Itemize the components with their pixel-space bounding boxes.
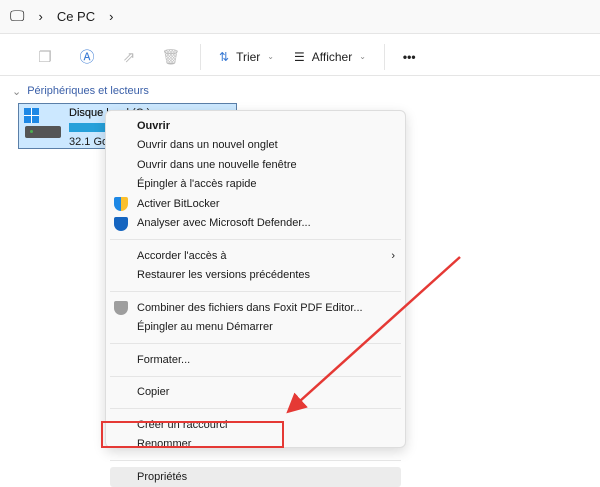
arrow-annotation xyxy=(286,256,461,414)
